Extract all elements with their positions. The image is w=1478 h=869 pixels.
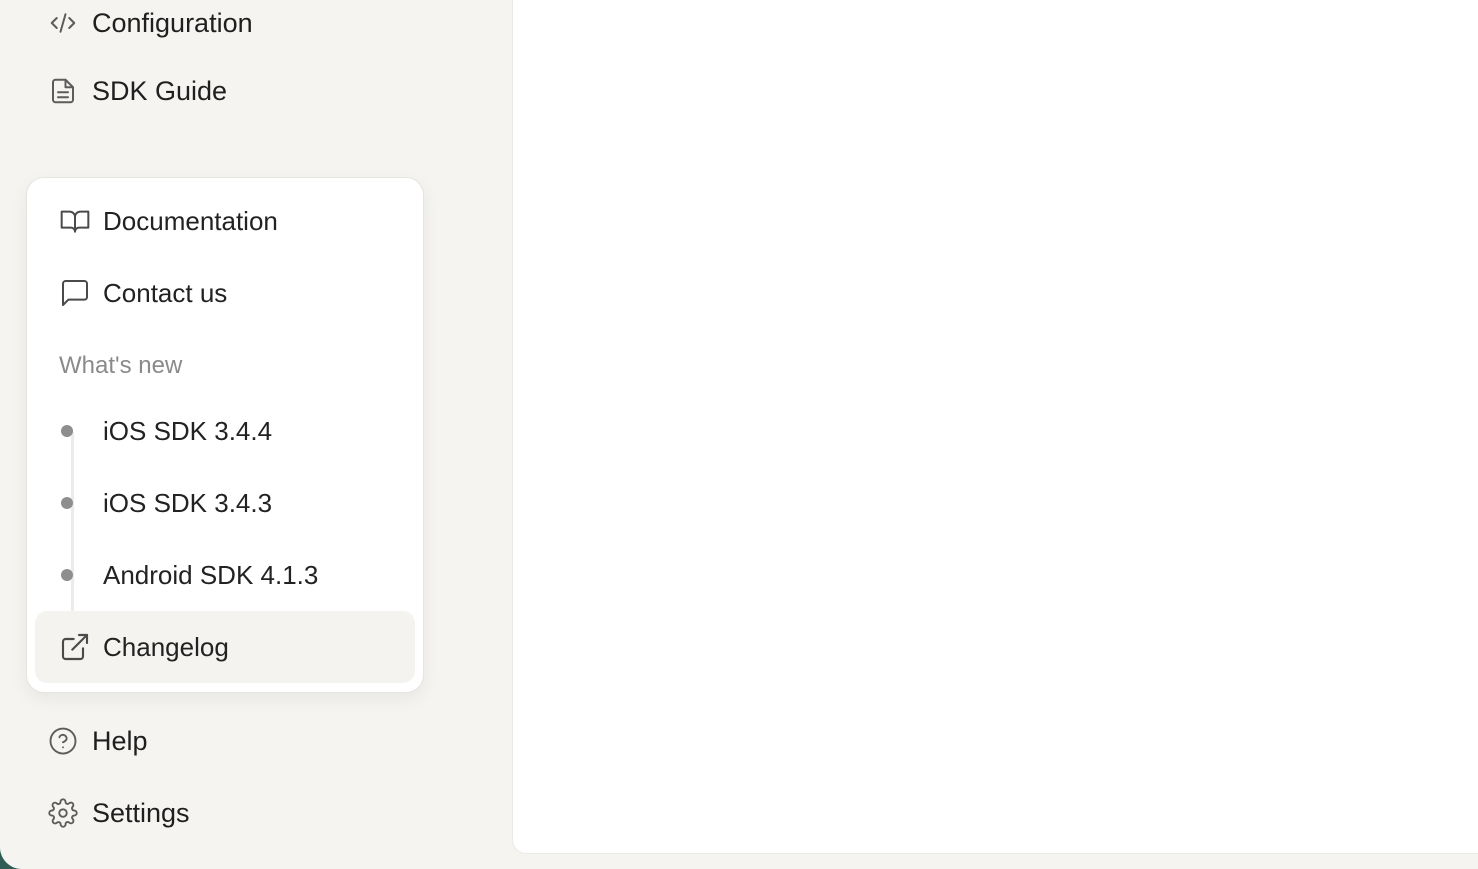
external-link-icon (59, 631, 91, 663)
bullet-dot-icon (61, 569, 73, 581)
sidebar-item-label: Help (92, 725, 148, 756)
menu-item-changelog[interactable]: Changelog (35, 611, 415, 683)
release-label: iOS SDK 3.4.4 (103, 415, 273, 446)
menu-item-label: Changelog (103, 631, 229, 662)
sidebar-item-configuration[interactable]: Configuration (48, 1, 253, 45)
main-content-panel (512, 0, 1478, 854)
sidebar-item-label: SDK Guide (92, 75, 228, 106)
release-label: Android SDK 4.1.3 (103, 559, 319, 590)
book-open-icon (59, 205, 91, 237)
menu-item-label: Contact us (103, 277, 228, 308)
release-label: iOS SDK 3.4.3 (103, 487, 273, 518)
sidebar-item-settings[interactable]: Settings (48, 791, 190, 835)
sidebar-item-sdk-guide[interactable]: SDK Guide (48, 69, 227, 113)
sidebar: Configuration SDK Guide Documentation Co… (0, 0, 512, 869)
whats-new-heading: What's new (59, 352, 183, 379)
message-square-icon (59, 277, 91, 309)
release-item[interactable]: iOS SDK 3.4.4 (35, 395, 415, 467)
release-item[interactable]: Android SDK 4.1.3 (35, 539, 415, 611)
help-circle-icon (48, 726, 78, 756)
menu-item-documentation[interactable]: Documentation (35, 185, 415, 257)
help-popup-menu: Documentation Contact us What's new iOS … (26, 177, 424, 693)
menu-item-contact-us[interactable]: Contact us (35, 257, 415, 329)
sidebar-item-label: Configuration (92, 7, 253, 38)
menu-item-label: Documentation (103, 205, 278, 236)
sidebar-item-help[interactable]: Help (48, 719, 148, 763)
app-window: Configuration SDK Guide Documentation Co… (0, 0, 1478, 869)
release-item[interactable]: iOS SDK 3.4.3 (35, 467, 415, 539)
sidebar-item-label: Settings (92, 797, 190, 828)
bullet-dot-icon (61, 497, 73, 509)
bullet-dot-icon (61, 425, 73, 437)
document-icon (48, 76, 78, 106)
code-icon (48, 8, 78, 38)
gear-icon (48, 798, 78, 828)
